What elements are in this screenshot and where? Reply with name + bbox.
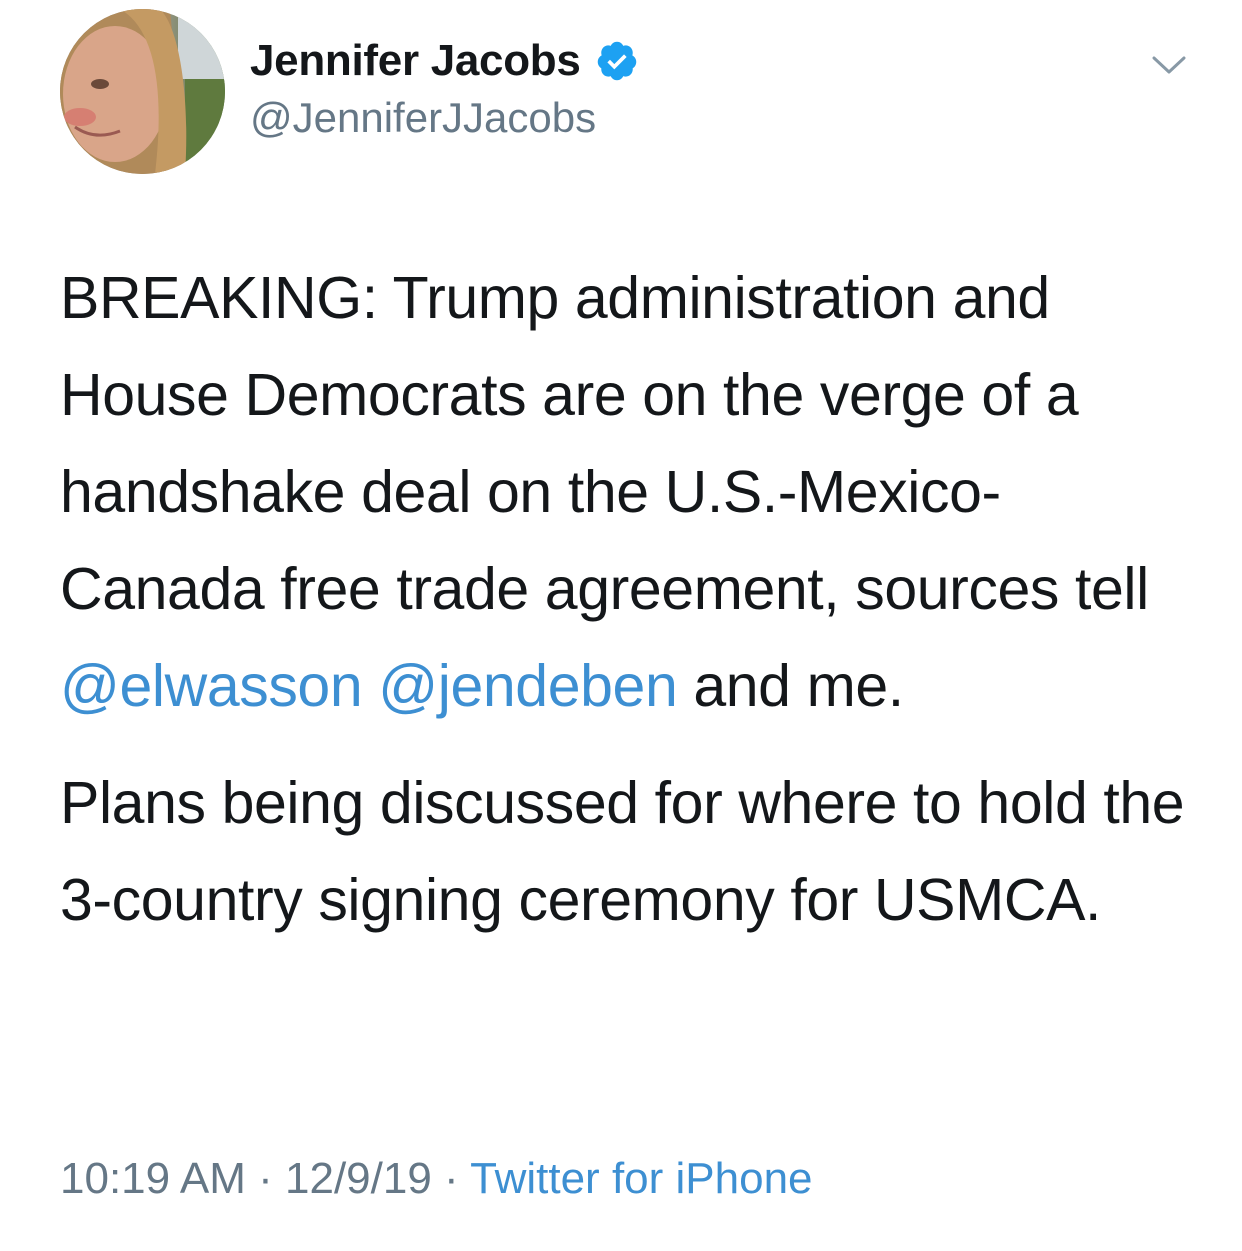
user-handle[interactable]: @JenniferJJacobs [250,94,639,142]
tweet-text-segment: and me. [677,653,904,719]
tweet-date: 12/9/19 [285,1154,432,1203]
tweet-text-segment [362,653,378,719]
tweet-text-segment: BREAKING: Trump administration and House… [60,265,1149,622]
tweet-time: 10:19 AM [60,1154,246,1203]
mention-link[interactable]: @jendeben [378,653,677,719]
tweet-source-link[interactable]: Twitter for iPhone [470,1154,812,1203]
separator: · [245,1154,286,1203]
tweet-text: BREAKING: Trump administration and House… [60,250,1200,949]
tweet-paragraph: BREAKING: Trump administration and House… [60,250,1200,735]
display-name[interactable]: Jennifer Jacobs [250,36,581,86]
tweet-paragraph: Plans being discussed for where to hold … [60,770,1185,933]
separator: · [431,1154,471,1203]
verified-badge-icon [595,39,639,83]
tweet-metadata: 10:19 AM · 12/9/19 · Twitter for iPhone [60,1154,813,1204]
avatar[interactable] [60,9,225,174]
user-info: Jennifer Jacobs @JenniferJJacobs [250,30,639,142]
display-name-row: Jennifer Jacobs [250,30,639,92]
mention-link[interactable]: @elwasson [60,653,363,719]
profile-photo [60,9,225,174]
chevron-down-icon[interactable] [1152,52,1186,78]
